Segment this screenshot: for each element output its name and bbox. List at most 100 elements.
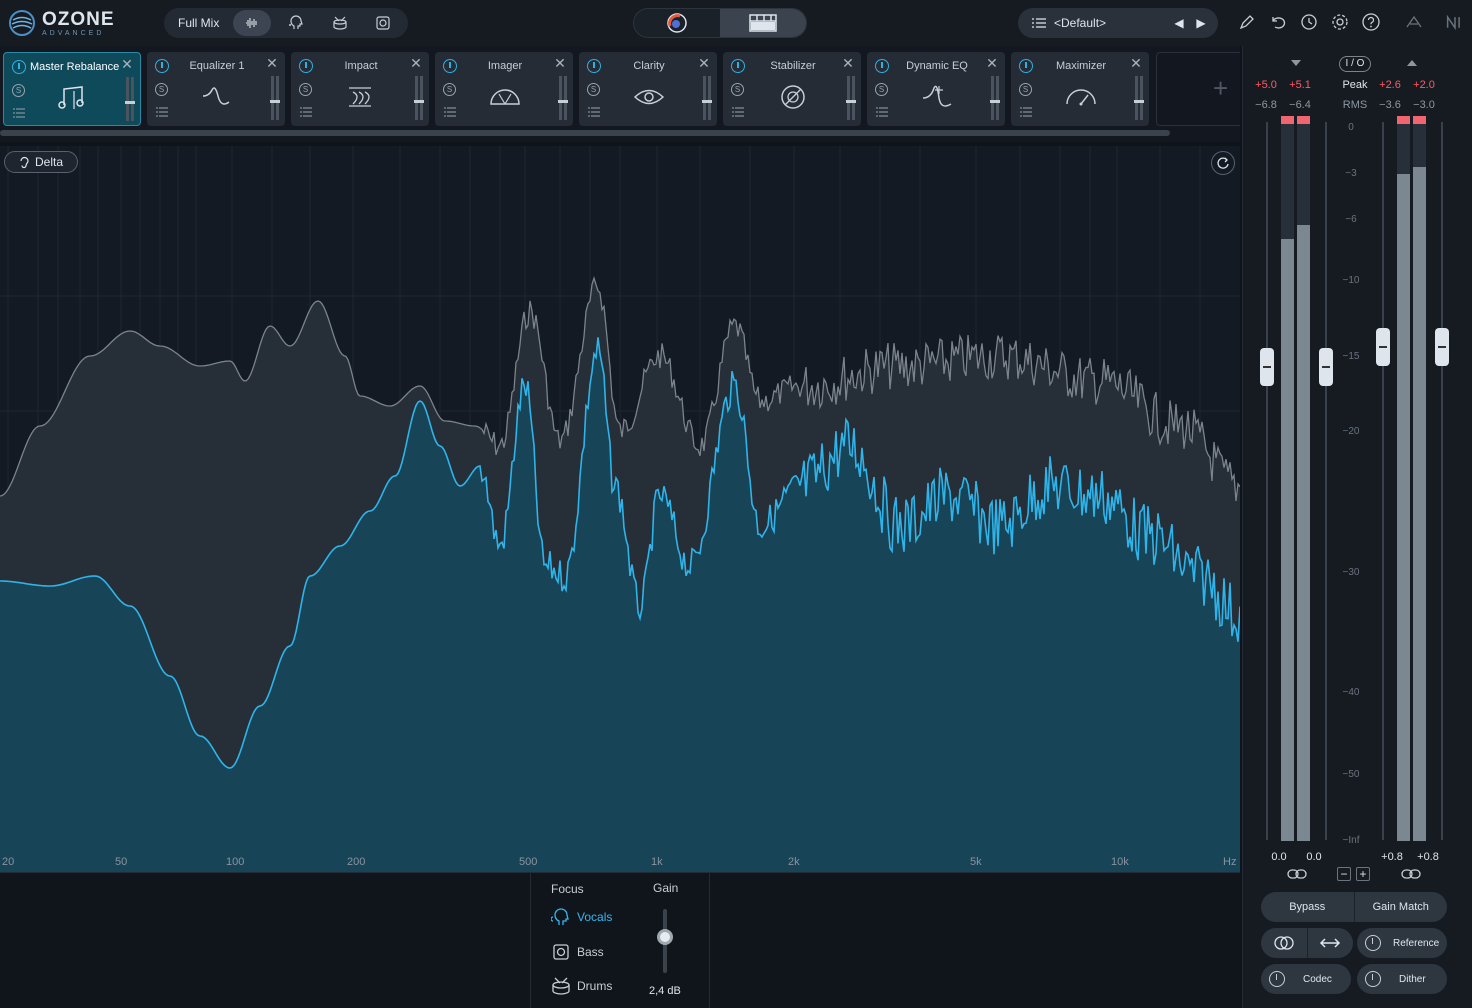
drum-mode-button[interactable] <box>321 10 359 36</box>
assistant-view-button[interactable] <box>634 9 720 37</box>
module-view-button[interactable] <box>720 9 806 37</box>
module-equalizer-1[interactable]: Equalizer 1 ✕ S <box>147 52 285 126</box>
module-power-icon[interactable] <box>1019 59 1033 73</box>
codec-button[interactable]: Codec <box>1261 964 1351 994</box>
meter-zoom-in-button[interactable]: + <box>1356 867 1370 881</box>
gain-slider-handle[interactable] <box>657 929 673 945</box>
speaker-icon <box>376 16 390 30</box>
reference-button[interactable]: Reference <box>1357 928 1447 958</box>
close-icon[interactable]: ✕ <box>265 56 279 70</box>
module-master-rebalance[interactable]: Master Rebalance ✕ S <box>3 52 141 126</box>
solo-icon[interactable]: S <box>443 83 456 96</box>
preset-next-button[interactable]: ▶ <box>1190 12 1212 34</box>
module-meter <box>1134 76 1144 120</box>
module-clarity[interactable]: Clarity ✕ S <box>579 52 717 126</box>
focus-bass-button[interactable]: Bass <box>551 941 604 963</box>
list-icon[interactable] <box>444 107 456 117</box>
input-gain-right[interactable]: 0.0 <box>1299 851 1329 863</box>
solo-icon[interactable]: S <box>155 83 168 96</box>
module-impact[interactable]: Impact ✕ S <box>291 52 429 126</box>
output-level-left <box>1397 174 1410 841</box>
output-fader-track-right[interactable] <box>1441 122 1443 840</box>
delta-button[interactable]: Delta <box>4 151 78 173</box>
output-link-icon[interactable] <box>1401 868 1421 880</box>
output-fader-handle-right[interactable] <box>1435 328 1449 366</box>
bypass-button[interactable]: Bypass <box>1261 892 1355 922</box>
input-collapse-icon[interactable] <box>1291 60 1301 66</box>
input-fader-track[interactable] <box>1266 122 1268 840</box>
chain-scrollbar[interactable] <box>0 130 1170 136</box>
list-icon[interactable] <box>876 107 888 117</box>
module-power-icon[interactable] <box>12 60 26 74</box>
full-mix-button[interactable]: Full Mix <box>164 16 233 30</box>
waveform-mode-button[interactable] <box>233 10 272 36</box>
list-icon[interactable] <box>1020 107 1032 117</box>
close-icon[interactable]: ✕ <box>697 56 711 70</box>
close-icon[interactable]: ✕ <box>120 57 134 71</box>
freq-label: 1k <box>651 856 663 868</box>
preset-selector[interactable]: <Default> ◀ ▶ <box>1018 8 1218 38</box>
close-icon[interactable]: ✕ <box>553 56 567 70</box>
focus-drums-button[interactable]: Drums <box>551 975 612 997</box>
add-module-button[interactable] <box>1156 52 1240 126</box>
dither-button[interactable]: Dither <box>1357 964 1447 994</box>
module-dynamic-eq[interactable]: Dynamic EQ ✕ S <box>867 52 1005 126</box>
tonal-balance-button[interactable] <box>1403 11 1425 33</box>
list-icon[interactable] <box>588 107 600 117</box>
ni-logo[interactable] <box>1444 11 1466 33</box>
mono-button[interactable] <box>1261 928 1308 958</box>
input-fader-handle[interactable] <box>1260 348 1274 386</box>
focus-panel: Focus Gain Vocals Bass Drums 2,4 dB <box>530 873 710 1008</box>
list-icon[interactable] <box>13 108 25 118</box>
solo-icon[interactable]: S <box>299 83 312 96</box>
focus-vocals-button[interactable]: Vocals <box>551 906 612 928</box>
output-gain-left[interactable]: +0.8 <box>1377 851 1407 863</box>
module-maximizer[interactable]: Maximizer ✕ S <box>1011 52 1149 126</box>
solo-icon[interactable]: S <box>875 83 888 96</box>
close-icon[interactable]: ✕ <box>409 56 423 70</box>
close-icon[interactable]: ✕ <box>841 56 855 70</box>
module-power-icon[interactable] <box>155 59 169 73</box>
pencil-button[interactable] <box>1236 11 1258 33</box>
input-fader-track-right[interactable] <box>1325 122 1327 840</box>
output-gain-right[interactable]: +0.8 <box>1413 851 1443 863</box>
preset-prev-button[interactable]: ◀ <box>1168 12 1190 34</box>
output-fader-track[interactable] <box>1382 122 1384 840</box>
input-gain-left[interactable]: 0.0 <box>1264 851 1294 863</box>
reset-view-button[interactable] <box>1211 151 1235 175</box>
output-fader-handle[interactable] <box>1376 328 1390 366</box>
dither-label: Dither <box>1399 973 1426 985</box>
meter-scale-label: −3 <box>1345 168 1357 179</box>
vocal-mode-button[interactable] <box>277 10 315 36</box>
close-icon[interactable]: ✕ <box>985 56 999 70</box>
module-power-icon[interactable] <box>299 59 313 73</box>
module-power-icon[interactable] <box>731 59 745 73</box>
help-button[interactable] <box>1360 11 1382 33</box>
list-icon[interactable] <box>300 107 312 117</box>
module-imager[interactable]: Imager ✕ S <box>435 52 573 126</box>
io-toggle-button[interactable]: I / O <box>1339 56 1371 72</box>
settings-button[interactable] <box>1329 11 1351 33</box>
module-meter <box>702 76 712 120</box>
input-link-icon[interactable] <box>1287 868 1307 880</box>
gain-match-button[interactable]: Gain Match <box>1355 892 1448 922</box>
speaker-mode-button[interactable] <box>364 10 402 36</box>
close-icon[interactable]: ✕ <box>1129 56 1143 70</box>
module-power-icon[interactable] <box>875 59 889 73</box>
freq-label: 500 <box>519 856 538 868</box>
module-power-icon[interactable] <box>443 59 457 73</box>
output-collapse-icon[interactable] <box>1407 60 1417 66</box>
solo-icon[interactable]: S <box>1019 83 1032 96</box>
list-icon[interactable] <box>732 107 744 117</box>
undo-button[interactable] <box>1267 11 1289 33</box>
solo-icon[interactable]: S <box>12 84 25 97</box>
solo-icon[interactable]: S <box>587 83 600 96</box>
meter-zoom-out-button[interactable]: − <box>1337 867 1351 881</box>
history-button[interactable] <box>1298 11 1320 33</box>
module-power-icon[interactable] <box>587 59 601 73</box>
swap-channels-button[interactable] <box>1308 938 1354 948</box>
module-stabilizer[interactable]: Stabilizer ✕ S <box>723 52 861 126</box>
list-icon[interactable] <box>156 107 168 117</box>
solo-icon[interactable]: S <box>731 83 744 96</box>
eq-curve-icon <box>202 87 230 105</box>
